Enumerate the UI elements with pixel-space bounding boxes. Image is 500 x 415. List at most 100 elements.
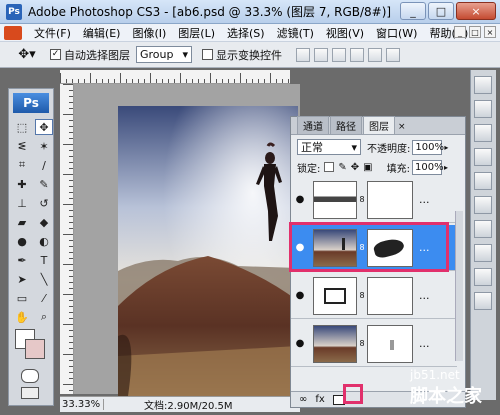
close-button[interactable]: × bbox=[456, 2, 496, 20]
healing-brush-icon[interactable]: ✚ bbox=[13, 176, 31, 192]
doc-close-button[interactable]: × bbox=[484, 26, 496, 38]
align-hcenter-icon[interactable] bbox=[368, 47, 382, 62]
layers-scrollbar[interactable] bbox=[455, 211, 463, 361]
layer-row[interactable]: ● 8 ... bbox=[291, 177, 457, 223]
align-vcenter-icon[interactable] bbox=[314, 47, 328, 62]
lock-transparent-icon[interactable] bbox=[324, 162, 335, 172]
menu-file[interactable]: 文件(F) bbox=[28, 25, 77, 41]
info-icon[interactable] bbox=[474, 124, 492, 142]
tab-channels[interactable]: 通道 bbox=[297, 116, 329, 134]
fill-arrow-icon[interactable]: ▸ bbox=[444, 163, 448, 172]
ruler-tick bbox=[234, 79, 235, 83]
bucket-tool-icon[interactable]: ◆ bbox=[35, 214, 53, 230]
lock-pixels-icon[interactable]: ✎ bbox=[338, 162, 346, 173]
align-right-icon[interactable] bbox=[386, 47, 400, 62]
ruler-tick bbox=[270, 73, 271, 83]
lock-position-icon[interactable]: ✥ bbox=[351, 162, 359, 173]
ps-menu-icon[interactable] bbox=[4, 25, 22, 40]
background-color-swatch[interactable] bbox=[25, 339, 45, 359]
actions-icon[interactable] bbox=[474, 244, 492, 262]
tab-close-icon[interactable]: × bbox=[398, 122, 406, 134]
styles-icon[interactable] bbox=[474, 196, 492, 214]
marquee-tool-icon[interactable]: ⬚ bbox=[13, 119, 31, 135]
eye-icon[interactable]: ● bbox=[291, 194, 309, 205]
link-layers-icon[interactable]: ∞ bbox=[299, 394, 307, 405]
stamp-tool-icon[interactable]: ⊥ bbox=[13, 195, 31, 211]
lock-all-icon[interactable]: ▣ bbox=[363, 162, 372, 173]
menu-layer[interactable]: 图层(L) bbox=[172, 25, 221, 41]
path-select-icon[interactable]: ➤ bbox=[13, 271, 31, 287]
history-icon[interactable] bbox=[474, 220, 492, 238]
menu-image[interactable]: 图像(I) bbox=[126, 25, 172, 41]
fill-field[interactable]: 100% bbox=[411, 159, 444, 175]
document-size: 文档:2.90M/20.5M bbox=[144, 401, 233, 412]
menu-select[interactable]: 选择(S) bbox=[221, 25, 271, 41]
zoom-tool-icon[interactable]: ⌕ bbox=[35, 309, 53, 325]
swatches-icon[interactable] bbox=[474, 172, 492, 190]
screen-mode-icon[interactable] bbox=[21, 387, 39, 399]
blend-mode-dropdown[interactable]: 正常 ▾ bbox=[297, 139, 361, 155]
doc-restore-button[interactable]: □ bbox=[469, 26, 481, 38]
eye-icon[interactable]: ● bbox=[291, 290, 309, 301]
align-left-icon[interactable] bbox=[350, 47, 364, 62]
history-brush-icon[interactable]: ↺ bbox=[35, 195, 53, 211]
doc-minimize-button[interactable]: _ bbox=[454, 26, 466, 38]
tab-layers[interactable]: 图层 bbox=[363, 116, 395, 134]
ruler-tick bbox=[138, 79, 139, 83]
adjustment-mark bbox=[324, 287, 346, 304]
ruler-tick bbox=[69, 366, 73, 367]
chevron-down-icon: ▾ bbox=[182, 48, 188, 61]
eyedropper-tool-icon[interactable]: ⁄ bbox=[35, 290, 53, 306]
hand-tool-icon[interactable]: ✋ bbox=[13, 309, 31, 325]
ruler-tick bbox=[102, 79, 103, 83]
zoom-level[interactable]: 33.33% bbox=[60, 399, 104, 410]
eraser-tool-icon[interactable]: ▰ bbox=[13, 214, 31, 230]
brushes-icon[interactable] bbox=[474, 292, 492, 310]
ruler-tick bbox=[69, 270, 73, 271]
line-tool-icon[interactable]: ╲ bbox=[35, 271, 53, 287]
color-icon[interactable] bbox=[474, 148, 492, 166]
brush-tool-icon[interactable]: ✎ bbox=[35, 176, 53, 192]
eye-icon[interactable]: ● bbox=[291, 338, 309, 349]
ruler-tick bbox=[69, 186, 73, 187]
align-bottom-icon[interactable] bbox=[332, 47, 346, 62]
opacity-arrow-icon[interactable]: ▸ bbox=[444, 143, 448, 152]
quick-mask-icon[interactable] bbox=[21, 369, 39, 383]
navigator-icon[interactable] bbox=[474, 76, 492, 94]
type-tool-icon[interactable]: T bbox=[35, 252, 53, 268]
blur-tool-icon[interactable]: ● bbox=[13, 233, 31, 249]
dodge-tool-icon[interactable]: ◐ bbox=[35, 233, 53, 249]
chain-icon[interactable]: 8 bbox=[357, 195, 367, 204]
document-image[interactable] bbox=[118, 106, 298, 396]
auto-select-checkbox[interactable]: ✓ bbox=[50, 49, 61, 60]
slice-tool-icon[interactable]: ∕ bbox=[35, 157, 53, 173]
notes-tool-icon[interactable]: ▭ bbox=[13, 290, 31, 306]
ruler-tick bbox=[63, 354, 73, 355]
pen-tool-icon[interactable]: ✒ bbox=[13, 252, 31, 268]
chain-icon[interactable]: 8 bbox=[357, 291, 367, 300]
maximize-button[interactable]: □ bbox=[428, 2, 454, 20]
show-transform-checkbox[interactable] bbox=[202, 49, 213, 60]
auto-select-dropdown[interactable]: Group ▾ bbox=[136, 46, 192, 63]
layer-row[interactable]: ● 8 ... bbox=[291, 273, 457, 319]
layer-style-icon[interactable]: fx bbox=[315, 394, 324, 405]
ruler-tick bbox=[69, 246, 73, 247]
menu-view[interactable]: 视图(V) bbox=[320, 25, 370, 41]
menu-window[interactable]: 窗口(W) bbox=[370, 25, 423, 41]
minimize-button[interactable]: _ bbox=[400, 2, 426, 20]
menu-filter[interactable]: 滤镜(T) bbox=[271, 25, 320, 41]
menu-edit[interactable]: 编辑(E) bbox=[77, 25, 127, 41]
tab-paths[interactable]: 路径 bbox=[330, 116, 362, 134]
opacity-field[interactable]: 100% bbox=[412, 139, 444, 155]
layer-row[interactable]: ● 8 ... bbox=[291, 321, 457, 367]
crop-tool-icon[interactable]: ⌗ bbox=[13, 157, 31, 173]
ruler-tick bbox=[69, 390, 73, 391]
lasso-tool-icon[interactable]: ᓬ bbox=[13, 138, 31, 154]
move-tool-icon[interactable]: ✥ bbox=[35, 119, 53, 135]
align-top-icon[interactable] bbox=[296, 47, 310, 62]
chain-icon[interactable]: 8 bbox=[357, 339, 367, 348]
histogram-icon[interactable] bbox=[474, 100, 492, 118]
move-tool-preset-icon[interactable]: ✥▾ bbox=[14, 45, 40, 65]
magic-wand-tool-icon[interactable]: ✶ bbox=[35, 138, 53, 154]
tool-presets-icon[interactable] bbox=[474, 268, 492, 286]
